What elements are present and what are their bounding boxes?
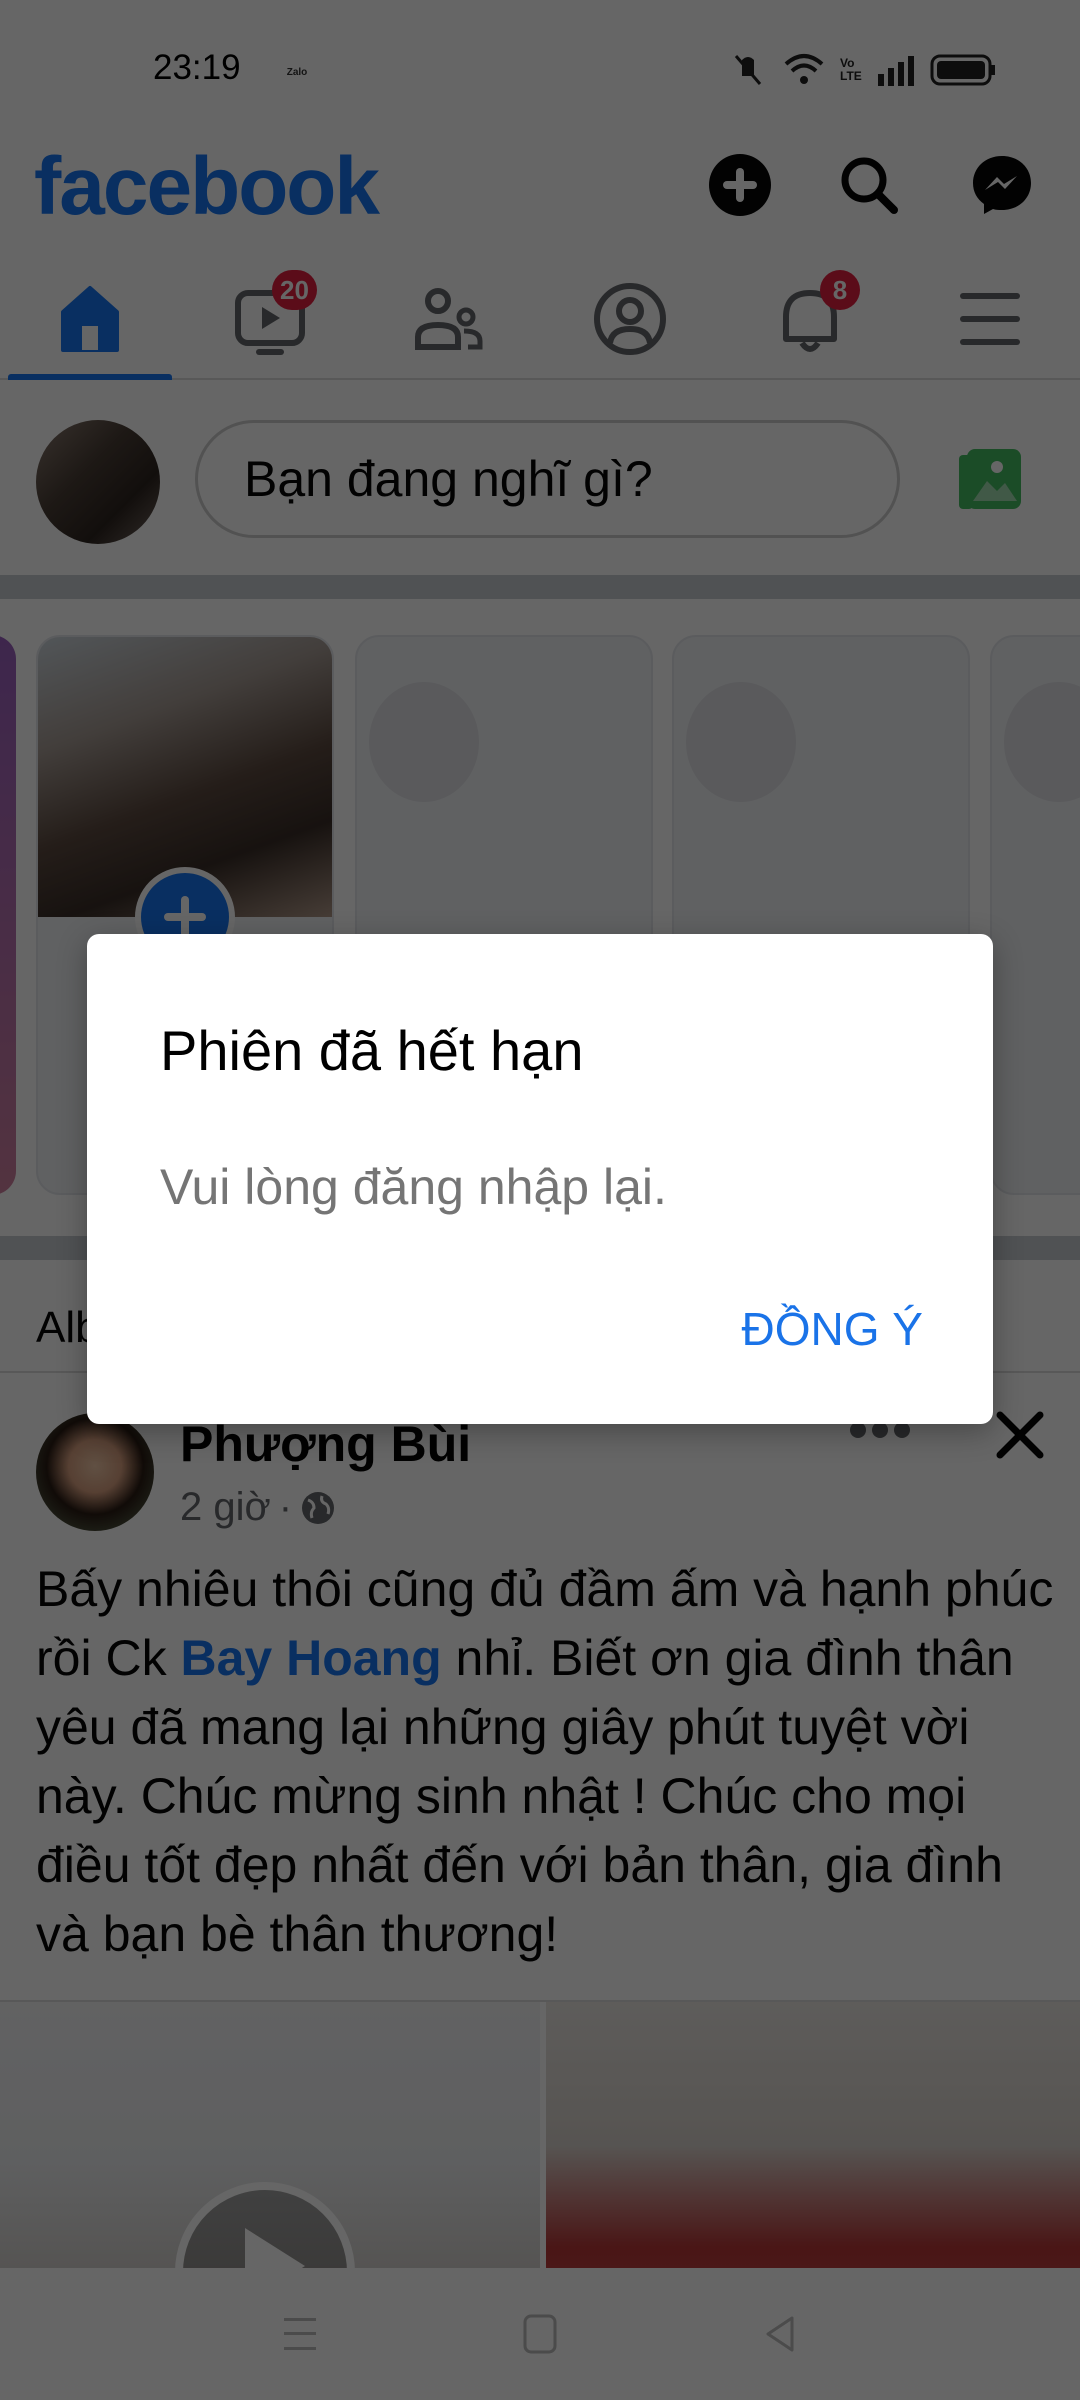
ok-button[interactable]: ĐỒNG Ý bbox=[742, 1294, 923, 1364]
screen: 23:19 Zalo Vo LTE facebook 20 bbox=[0, 0, 1080, 2400]
dialog-message: Vui lòng đăng nhập lại. bbox=[160, 1159, 667, 1215]
dialog-title: Phiên đã hết hạn bbox=[160, 1019, 584, 1082]
session-expired-dialog: Phiên đã hết hạn Vui lòng đăng nhập lại.… bbox=[87, 934, 993, 1424]
